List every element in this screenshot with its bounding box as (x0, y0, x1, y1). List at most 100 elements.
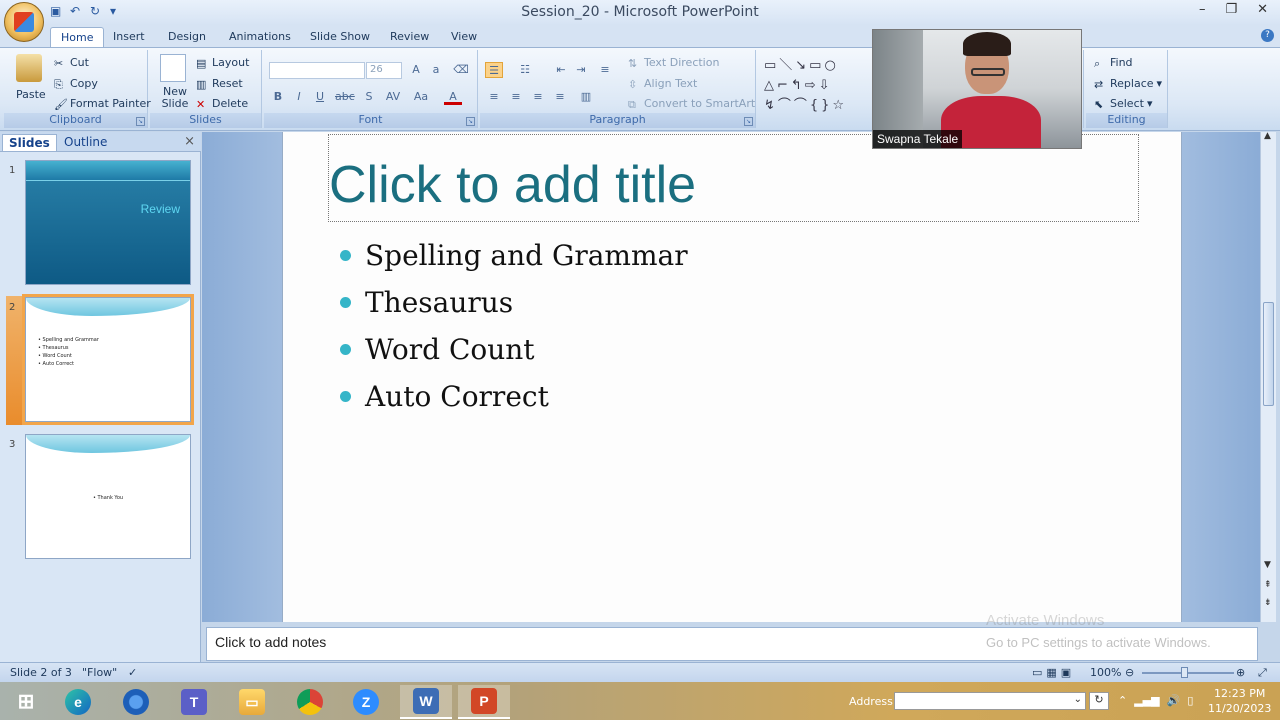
text-direction-button[interactable]: ⇅ Text Direction (628, 56, 719, 70)
align-right-icon[interactable]: ≡ (529, 89, 547, 105)
clock[interactable]: 12:23 PM 11/20/2023 (1208, 686, 1271, 716)
new-slide-button[interactable]: New Slide (156, 86, 194, 110)
office-button[interactable] (4, 2, 44, 42)
fit-to-window-icon[interactable]: ⤢ (1258, 666, 1267, 680)
volume-icon[interactable]: 🔊 (1167, 694, 1181, 707)
bold-icon[interactable]: B (269, 89, 287, 105)
restore-button[interactable]: ❐ (1225, 2, 1237, 17)
columns-icon[interactable]: ▥ (577, 89, 595, 105)
tab-insert[interactable]: Insert (103, 27, 155, 48)
network-icon[interactable]: ▂▄▆ (1134, 694, 1159, 707)
scroll-thumb[interactable] (1263, 302, 1274, 406)
font-size-field[interactable]: 26 (366, 62, 402, 79)
tab-slide-show[interactable]: Slide Show (300, 27, 380, 48)
layout-button[interactable]: ▤ Layout (196, 56, 249, 70)
shadow-icon[interactable]: S (360, 89, 378, 105)
file-explorer-icon[interactable]: ▭ (226, 685, 278, 719)
font-name-field[interactable] (269, 62, 365, 79)
content-placeholder[interactable]: Spelling and Grammar Thesaurus Word Coun… (340, 232, 688, 420)
find-button[interactable]: ⌕ Find (1094, 56, 1133, 70)
vertical-scrollbar[interactable]: ▲ ▼ ⇞ ⇟ (1260, 131, 1276, 622)
tab-view[interactable]: View (441, 27, 487, 48)
paste-button[interactable]: Paste (16, 88, 46, 101)
scroll-down-icon[interactable]: ▼ (1264, 560, 1271, 570)
tab-home[interactable]: Home (50, 27, 105, 48)
show-hidden-icons-icon[interactable]: ⌃ (1118, 694, 1127, 707)
zoom-slider[interactable] (1142, 672, 1234, 674)
slide-thumbnail-2[interactable]: • Spelling and Grammar • Thesaurus • Wor… (22, 294, 194, 425)
close-pane-icon[interactable]: × (184, 134, 195, 149)
close-button[interactable]: ✕ (1257, 2, 1268, 17)
tab-design[interactable]: Design (158, 27, 216, 48)
align-center-icon[interactable]: ≡ (507, 89, 525, 105)
strikethrough-icon[interactable]: abc (335, 89, 355, 105)
edge-icon[interactable]: e (52, 685, 104, 719)
align-text-button[interactable]: ⇳ Align Text (628, 77, 697, 91)
paste-icon[interactable] (16, 54, 42, 82)
spell-check-icon[interactable]: ✓ (128, 666, 137, 679)
cut-button[interactable]: ✂ Cut (54, 56, 89, 70)
bullets-icon[interactable]: ☰ (485, 62, 503, 78)
tab-animations[interactable]: Animations (219, 27, 301, 48)
slide-thumbnail-3[interactable]: • Thank You (25, 434, 191, 559)
zoom-app-icon[interactable]: Z (340, 685, 392, 719)
address-input[interactable]: ⌄ (894, 692, 1086, 710)
delete-button[interactable]: ✕ Delete (196, 97, 248, 111)
scroll-up-icon[interactable]: ▲ (1264, 131, 1271, 141)
powerpoint-icon[interactable]: P (458, 685, 510, 719)
font-launcher[interactable]: ↘ (466, 117, 475, 126)
grow-font-icon[interactable]: A (407, 62, 425, 78)
convert-smartart-button[interactable]: ⧉ Convert to SmartArt (628, 97, 755, 111)
zoom-level[interactable]: 100% (1090, 666, 1121, 679)
slide-thumbnail-1[interactable]: Review (25, 160, 191, 285)
teams-icon[interactable]: T (168, 685, 220, 719)
select-button[interactable]: ⬉ Select ▾ (1094, 97, 1152, 111)
reset-button[interactable]: ▥ Reset (196, 77, 243, 91)
shrink-font-icon[interactable]: a (427, 62, 445, 78)
bullet-item[interactable]: Word Count (340, 326, 688, 373)
windows-start-icon[interactable]: ⊞ (0, 685, 52, 719)
title-placeholder[interactable]: Click to add title (329, 155, 696, 215)
minimize-button[interactable]: – (1199, 2, 1206, 17)
help-icon[interactable]: ? (1261, 29, 1274, 42)
italic-icon[interactable]: I (290, 89, 308, 105)
clipboard-launcher[interactable]: ↘ (136, 117, 145, 126)
view-buttons[interactable]: ▭▦▣ (1032, 666, 1075, 679)
chrome-canary-icon[interactable] (110, 685, 162, 719)
zoom-out-icon[interactable]: ⊖ (1125, 666, 1134, 679)
char-spacing-icon[interactable]: AV (384, 89, 402, 105)
format-painter-button[interactable]: 🖌 Format Painter (54, 97, 151, 111)
notes-placeholder[interactable]: Click to add notes (215, 634, 326, 650)
paragraph-launcher[interactable]: ↘ (744, 117, 753, 126)
align-left-icon[interactable]: ≡ (485, 89, 503, 105)
underline-icon[interactable]: U (311, 89, 329, 105)
zoom-slider-thumb[interactable] (1181, 667, 1188, 678)
document-app-icon[interactable]: W (400, 685, 452, 719)
tab-slides[interactable]: Slides (2, 134, 57, 151)
previous-slide-icon[interactable]: ⇞ (1264, 580, 1272, 590)
numbering-icon[interactable]: ☷ (516, 62, 534, 78)
replace-button[interactable]: ⇄ Replace ▾ (1094, 77, 1162, 91)
chrome-icon[interactable] (284, 685, 336, 719)
battery-icon[interactable]: ▯ (1187, 694, 1193, 707)
increase-indent-icon[interactable]: ⇥ (572, 62, 590, 78)
tab-review[interactable]: Review (380, 27, 439, 48)
copy-button[interactable]: ⎘ Copy (54, 77, 98, 91)
activate-windows-title: Activate Windows (986, 612, 1105, 629)
bullet-item[interactable]: Spelling and Grammar (340, 232, 688, 279)
font-color-icon[interactable]: A (444, 89, 462, 105)
shapes-gallery[interactable]: ▭＼↘▭○ △⌐↰⇨⇩ ↯⌒⌒{}☆ (764, 56, 874, 116)
bullet-item[interactable]: Auto Correct (340, 373, 688, 420)
zoom-in-icon[interactable]: ⊕ (1236, 666, 1245, 679)
bullet-item[interactable]: Thesaurus (340, 279, 688, 326)
refresh-button[interactable]: ↻ (1089, 692, 1109, 710)
tab-outline[interactable]: Outline (58, 134, 113, 150)
next-slide-icon[interactable]: ⇟ (1264, 598, 1272, 608)
chevron-down-icon[interactable]: ⌄ (1074, 694, 1082, 705)
decrease-indent-icon[interactable]: ⇤ (552, 62, 570, 78)
change-case-icon[interactable]: Aa (412, 89, 430, 105)
clear-format-icon[interactable]: ⌫ (452, 62, 470, 78)
justify-icon[interactable]: ≡ (551, 89, 569, 105)
line-spacing-icon[interactable]: ≡ (596, 62, 614, 78)
new-slide-icon[interactable] (160, 54, 186, 82)
